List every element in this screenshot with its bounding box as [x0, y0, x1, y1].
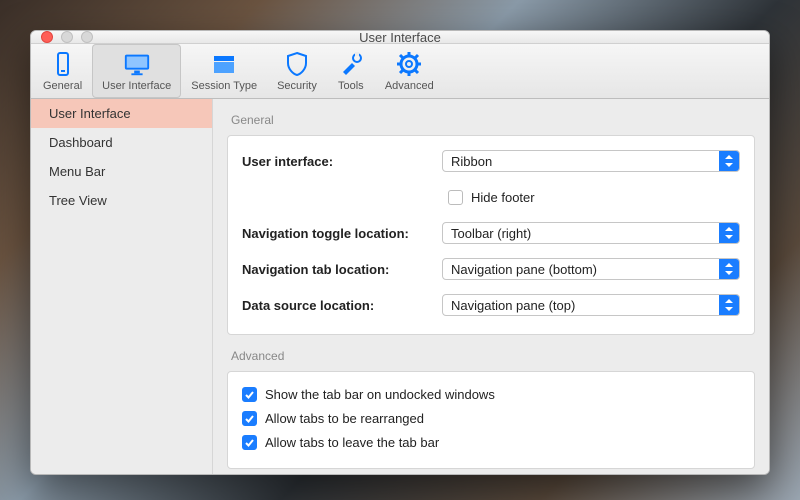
sidebar-item-label: Dashboard [49, 135, 113, 150]
row-nav-tab: Navigation tab location: Navigation pane… [242, 254, 740, 284]
toolbar-tab-user-interface[interactable]: User Interface [92, 44, 181, 98]
checkbox-label: Allow tabs to leave the tab bar [265, 435, 439, 450]
updown-icon [719, 223, 739, 243]
sidebar-item-menu-bar[interactable]: Menu Bar [31, 157, 212, 186]
allow-leave-checkbox[interactable] [242, 435, 257, 450]
toolbar-label: Security [277, 80, 317, 92]
toolbar-tab-general[interactable]: General [33, 44, 92, 98]
select-value: Toolbar (right) [451, 226, 531, 241]
general-icon [49, 50, 77, 78]
field-label: User interface: [242, 154, 442, 169]
content: User Interface Dashboard Menu Bar Tree V… [31, 99, 769, 475]
preferences-window: User Interface General User Interface Se… [30, 30, 770, 475]
show-tab-bar-checkbox[interactable] [242, 387, 257, 402]
shield-icon [283, 50, 311, 78]
select-value: Navigation pane (top) [451, 298, 575, 313]
select-value: Navigation pane (bottom) [451, 262, 597, 277]
monitor-icon [123, 50, 151, 78]
row-hide-footer: Hide footer [242, 182, 740, 212]
window-title: User Interface [31, 30, 769, 45]
toolbar-tab-session-type[interactable]: Session Type [181, 44, 267, 98]
user-interface-select[interactable]: Ribbon [442, 150, 740, 172]
nav-toggle-select[interactable]: Toolbar (right) [442, 222, 740, 244]
row-show-tab-bar: Show the tab bar on undocked windows [242, 382, 740, 406]
updown-icon [719, 295, 739, 315]
sidebar-item-tree-view[interactable]: Tree View [31, 186, 212, 215]
toolbar-label: General [43, 80, 82, 92]
sidebar: User Interface Dashboard Menu Bar Tree V… [31, 99, 213, 475]
toolbar-tab-advanced[interactable]: Advanced [375, 44, 444, 98]
row-data-source: Data source location: Navigation pane (t… [242, 290, 740, 320]
toolbar: General User Interface Session Type Secu… [31, 44, 769, 99]
gear-icon [395, 50, 423, 78]
tools-icon [337, 50, 365, 78]
advanced-box: Show the tab bar on undocked windows All… [227, 371, 755, 469]
allow-rearrange-checkbox[interactable] [242, 411, 257, 426]
data-source-select[interactable]: Navigation pane (top) [442, 294, 740, 316]
toolbar-tab-security[interactable]: Security [267, 44, 327, 98]
sidebar-item-label: Menu Bar [49, 164, 105, 179]
section-title-general: General [213, 99, 769, 135]
updown-icon [719, 259, 739, 279]
field-label: Data source location: [242, 298, 442, 313]
sidebar-item-dashboard[interactable]: Dashboard [31, 128, 212, 157]
field-label: Navigation toggle location: [242, 226, 442, 241]
settings-pane: General User interface: Ribbon Hide foot… [213, 99, 769, 475]
row-allow-rearrange: Allow tabs to be rearranged [242, 406, 740, 430]
sidebar-item-label: User Interface [49, 106, 131, 121]
nav-tab-select[interactable]: Navigation pane (bottom) [442, 258, 740, 280]
updown-icon [719, 151, 739, 171]
checkbox-label: Hide footer [471, 190, 535, 205]
folder-stack-icon [210, 50, 238, 78]
toolbar-label: User Interface [102, 80, 171, 92]
checkbox-label: Show the tab bar on undocked windows [265, 387, 495, 402]
toolbar-label: Tools [338, 80, 364, 92]
row-user-interface: User interface: Ribbon [242, 146, 740, 176]
section-title-advanced: Advanced [213, 349, 769, 371]
row-nav-toggle: Navigation toggle location: Toolbar (rig… [242, 218, 740, 248]
toolbar-tab-tools[interactable]: Tools [327, 44, 375, 98]
checkbox-label: Allow tabs to be rearranged [265, 411, 424, 426]
sidebar-item-label: Tree View [49, 193, 107, 208]
sidebar-item-user-interface[interactable]: User Interface [31, 99, 212, 128]
select-value: Ribbon [451, 154, 492, 169]
titlebar: User Interface [31, 31, 769, 44]
hide-footer-checkbox[interactable] [448, 190, 463, 205]
toolbar-label: Advanced [385, 80, 434, 92]
row-allow-leave: Allow tabs to leave the tab bar [242, 430, 740, 454]
field-label: Navigation tab location: [242, 262, 442, 277]
general-box: User interface: Ribbon Hide footer Navig… [227, 135, 755, 335]
toolbar-label: Session Type [191, 80, 257, 92]
